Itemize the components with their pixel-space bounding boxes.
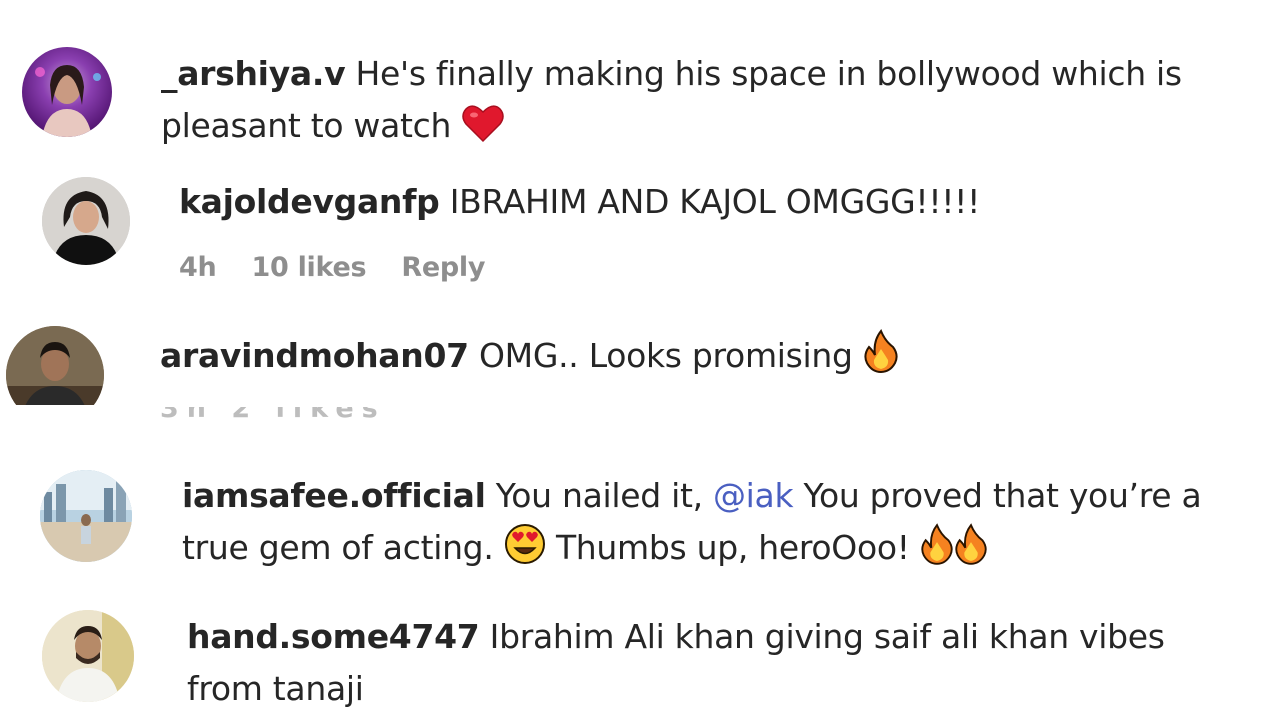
avatar-handsome4747[interactable] [42, 610, 134, 702]
comment-line: kajoldevganfp IBRAHIM AND KAJOL OMGGG!!!… [179, 176, 1259, 228]
fire-icon [863, 329, 899, 388]
reply-button[interactable]: Reply [401, 252, 485, 283]
comment-line: _arshiya.v He's finally making his space… [161, 48, 1241, 100]
comment-text: Ibrahim Ali khan giving saif ali khan vi… [489, 617, 1165, 656]
scroll-cut-divider: 3h 2 likes Reply [0, 405, 1280, 460]
avatar-arshiya[interactable] [22, 47, 112, 137]
comment-line: hand.some4747 Ibrahim Ali khan giving sa… [187, 611, 1267, 663]
fire-icon [920, 523, 954, 580]
mention-link[interactable]: @iak [713, 476, 794, 515]
comment-time: 4h [179, 252, 217, 283]
heart-eyes-icon [504, 523, 546, 580]
username-link[interactable]: aravindmohan07 [160, 336, 469, 375]
comment-text: IBRAHIM AND KAJOL OMGGG!!!!! [449, 182, 981, 221]
avatar-kajoldevganfp[interactable] [42, 177, 130, 265]
username-link[interactable]: hand.some4747 [187, 617, 480, 656]
comment-text: You proved that you’re a [803, 476, 1202, 515]
username-link[interactable]: iamsafee.official [182, 476, 486, 515]
avatar-iamsafee[interactable] [40, 470, 132, 562]
comment-text: from tanaji [187, 669, 364, 708]
comment-line: aravindmohan07 OMG.. Looks promising [160, 329, 1240, 388]
comment-text: true gem of acting. [182, 528, 494, 567]
comment-text: You nailed it, [495, 476, 703, 515]
comment-line: pleasant to watch [161, 100, 1241, 158]
like-count[interactable]: 10 likes [252, 252, 367, 283]
comment-meta: 4h 10 likes Reply [179, 252, 511, 283]
comment-line: from tanaji [187, 663, 1267, 715]
comment-text: OMG.. Looks promising [479, 336, 853, 375]
comment-text: He's finally making his space in bollywo… [355, 54, 1183, 93]
comment-text: Thumbs up, heroOoo! [555, 528, 910, 567]
comment-line: true gem of acting. Thumbs up, heroOoo! [182, 522, 1272, 580]
username-link[interactable]: kajoldevganfp [179, 182, 440, 221]
heart-icon [461, 103, 505, 158]
comment-text: pleasant to watch [161, 106, 452, 145]
comment-line: iamsafee.official You nailed it, @iak Yo… [182, 470, 1272, 522]
fire-icon [954, 523, 988, 580]
username-link[interactable]: _arshiya.v [161, 54, 346, 93]
